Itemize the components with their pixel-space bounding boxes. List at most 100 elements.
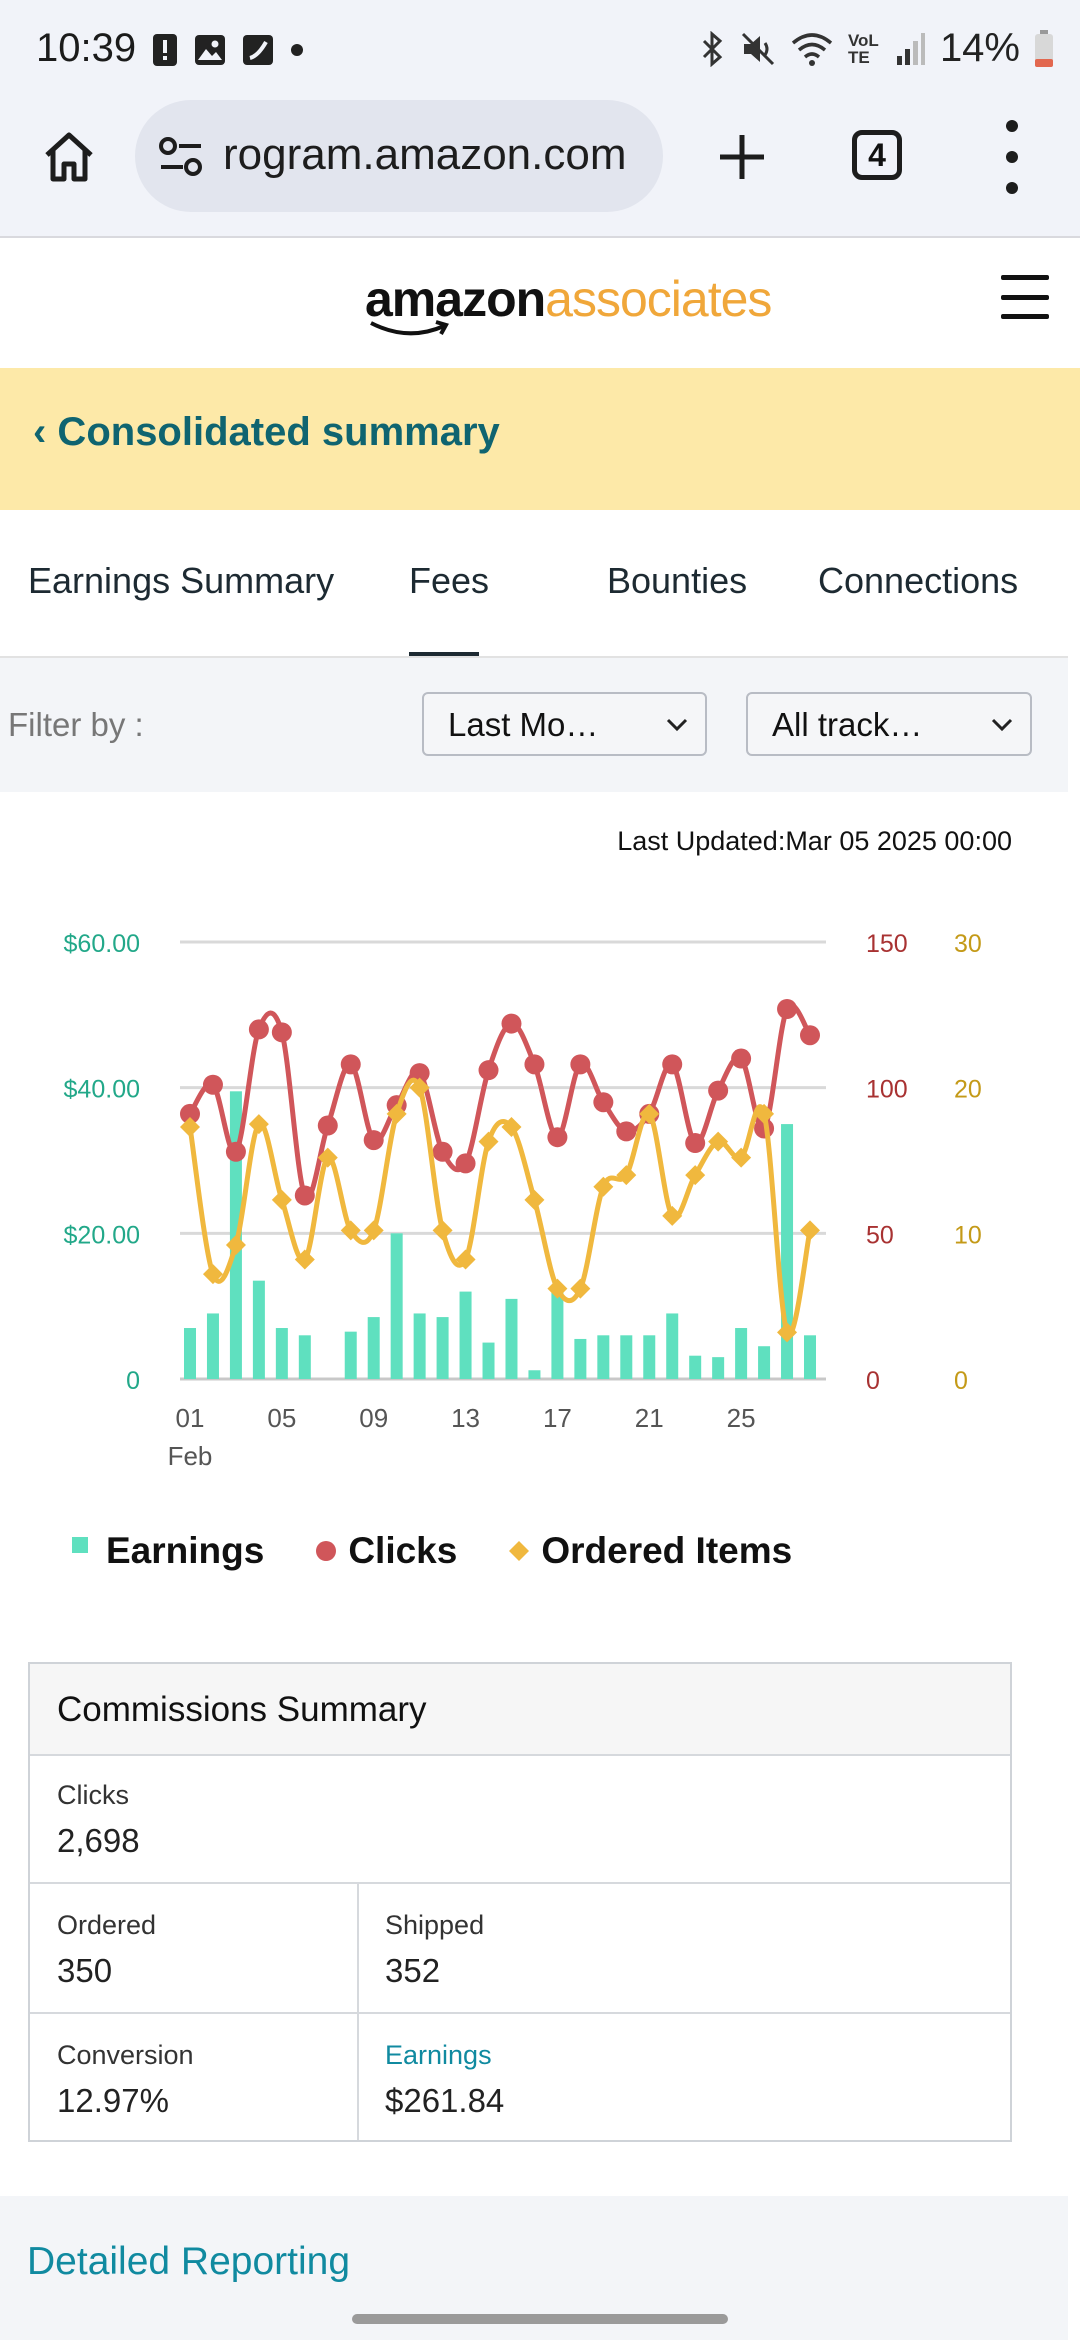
earnings-bar — [666, 1313, 679, 1379]
ordered-label: Ordered — [57, 1910, 157, 1940]
hamburger-line — [1001, 275, 1049, 280]
y-left-tick-label: $20.00 — [64, 1221, 140, 1249]
logo-associates-text: associates — [545, 271, 772, 327]
x-tick-label: 13 — [451, 1403, 480, 1433]
clicks-point — [501, 1013, 522, 1034]
earnings-bar — [551, 1287, 564, 1379]
clicks-point — [593, 1092, 614, 1113]
tab-fees[interactable]: Fees — [409, 560, 489, 602]
clicks-point — [432, 1141, 453, 1162]
commissions-summary-card: Commissions Summary Clicks 2,698 Ordered… — [28, 1662, 1012, 2142]
tab-bounties[interactable]: Bounties — [607, 560, 747, 602]
clicks-point — [271, 1022, 292, 1043]
earnings-bar — [298, 1335, 311, 1379]
legend-clicks-label: Clicks — [348, 1530, 458, 1571]
menu-dot — [1006, 182, 1018, 194]
clicks-point — [616, 1121, 637, 1142]
clicks-point — [524, 1054, 545, 1075]
clicks-point — [340, 1054, 361, 1075]
volte-label: VoLTE — [847, 30, 879, 67]
ordered-items-point — [800, 1220, 820, 1241]
x-tick-label: 21 — [635, 1403, 664, 1433]
app-icon — [243, 35, 273, 65]
amazon-smile-icon — [370, 320, 449, 336]
square-marker-icon — [72, 1537, 88, 1553]
clicks-point — [478, 1060, 499, 1081]
clicks-point — [570, 1054, 591, 1075]
y-left-tick-label: $40.00 — [64, 1076, 140, 1104]
ordered-items-point — [478, 1131, 499, 1152]
earnings-bar — [252, 1280, 265, 1379]
diamond-marker-icon — [509, 1541, 530, 1561]
plus-icon — [720, 135, 764, 179]
ordered-items-point — [524, 1189, 545, 1210]
menu-dot — [1006, 151, 1018, 163]
period-select[interactable]: Last Mo… — [422, 692, 707, 756]
ordered-items-point — [731, 1147, 752, 1168]
tracking-select[interactable]: All track… — [746, 692, 1032, 756]
mute-icon — [741, 32, 774, 65]
y-right-items-tick-label: 10 — [954, 1221, 982, 1249]
earnings-bar — [206, 1313, 219, 1379]
site-settings-icon[interactable] — [157, 135, 205, 179]
clicks-point — [202, 1074, 223, 1095]
address-bar[interactable]: rogram.amazon.com — [135, 100, 663, 212]
divider — [30, 2012, 1010, 2014]
legend-ordered-items-label: Ordered Items — [541, 1530, 793, 1571]
commissions-summary-title: Commissions Summary — [57, 1690, 427, 1729]
earnings-bar — [735, 1328, 748, 1379]
ordered-items-point — [225, 1234, 246, 1255]
y-right-items-tick-label: 30 — [954, 930, 982, 958]
y-right-clicks-tick-label: 0 — [866, 1367, 880, 1395]
earnings-label-link[interactable]: Earnings — [385, 2040, 492, 2071]
tab-earnings-summary[interactable]: Earnings Summary — [28, 560, 334, 602]
column-divider — [357, 1884, 359, 2140]
image-icon — [195, 35, 225, 65]
consolidated-summary-back-link[interactable]: ‹ Consolidated summary — [33, 410, 500, 455]
tab-connections[interactable]: Connections — [818, 560, 1018, 602]
earnings-bar — [758, 1346, 771, 1379]
x-tick-label: 25 — [727, 1403, 756, 1433]
earnings-value: $261.84 — [385, 2082, 505, 2119]
hamburger-line — [1001, 314, 1049, 319]
chevron-down-icon — [666, 718, 688, 732]
x-tick-label: 17 — [543, 1403, 572, 1433]
clicks-point — [547, 1127, 568, 1148]
legend-earnings[interactable]: Earnings — [70, 1530, 264, 1572]
new-tab-button[interactable] — [707, 122, 777, 192]
browser-toolbar: rogram.amazon.com 4 — [0, 100, 1080, 238]
legend-clicks[interactable]: Clicks — [314, 1530, 457, 1572]
y-right-items-tick-label: 20 — [954, 1076, 982, 1104]
gesture-home-indicator[interactable] — [352, 2314, 728, 2324]
browser-menu-button[interactable] — [1000, 120, 1024, 194]
earnings-clicks-chart: $60.00 150 30$40.00 100 20$20.00 50 100 0 001 05 0… — [64, 930, 982, 1471]
detailed-reporting-link[interactable]: Detailed Reporting — [27, 2240, 350, 2284]
shipped-label: Shipped — [385, 1910, 485, 1940]
clicks-value: 2,698 — [57, 1822, 140, 1859]
clicks-point — [662, 1054, 683, 1075]
ordered-items-point — [570, 1278, 591, 1299]
y-right-clicks-tick-label: 100 — [866, 1076, 908, 1104]
clicks-point — [800, 1025, 820, 1046]
earnings-bar — [413, 1313, 426, 1379]
commissions-summary-header: Commissions Summary — [30, 1664, 1010, 1756]
legend-ordered-items[interactable]: Ordered Items — [507, 1530, 792, 1572]
tab-switcher-button[interactable]: 4 — [852, 130, 902, 180]
y-right-clicks-tick-label: 150 — [866, 930, 908, 958]
earnings-bar — [804, 1335, 816, 1379]
clicks-point — [731, 1048, 752, 1069]
battery-icon — [1035, 29, 1053, 67]
active-tab-indicator — [409, 652, 479, 656]
home-button[interactable] — [36, 124, 102, 190]
bluetooth-icon — [702, 30, 723, 67]
dot-icon — [291, 44, 303, 56]
clicks-point — [317, 1115, 338, 1136]
tracking-select-value: All track… — [772, 706, 923, 743]
menu-dot — [1006, 120, 1018, 132]
clicks-point — [685, 1133, 706, 1154]
site-menu-button[interactable] — [1001, 275, 1049, 319]
earnings-bar — [390, 1233, 403, 1379]
clicks-label: Clicks — [57, 1780, 129, 1810]
ordered-items-point — [363, 1220, 384, 1241]
filter-label: Filter by : — [8, 706, 144, 743]
